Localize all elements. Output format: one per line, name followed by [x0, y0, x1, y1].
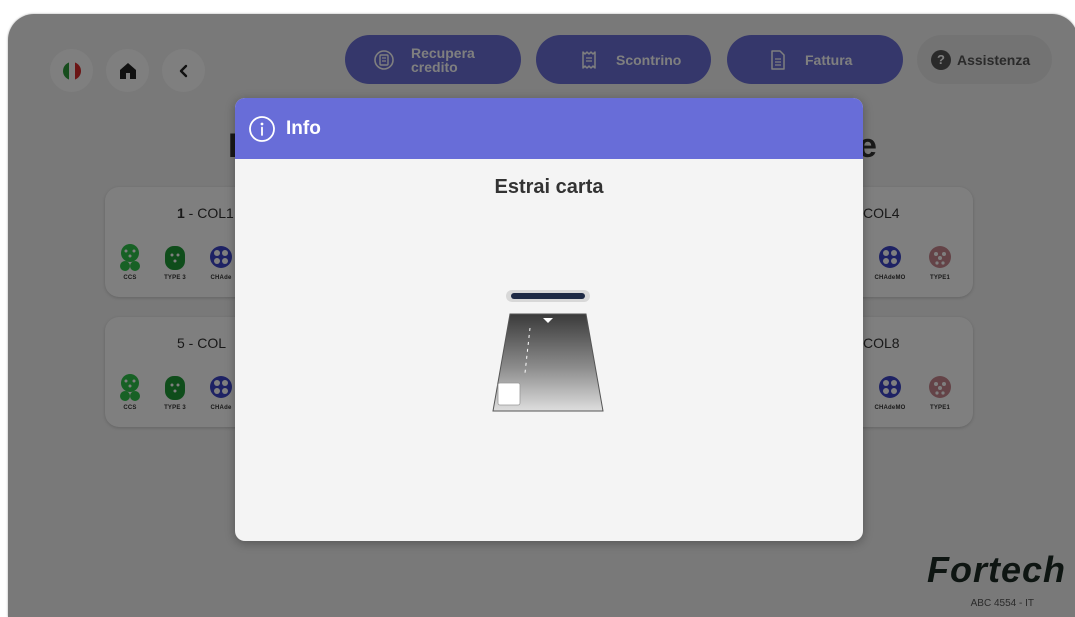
info-icon	[249, 115, 275, 142]
dialog-message: Estrai carta	[494, 176, 604, 198]
dialog-header: Info	[235, 98, 863, 159]
card-reader-illustration	[492, 290, 604, 412]
dialog-title: Info	[286, 117, 321, 139]
info-dialog: Info Estrai carta	[235, 98, 863, 541]
kiosk-screen: Recupera credito Scontrino Fattura ? Ass…	[8, 14, 1075, 617]
